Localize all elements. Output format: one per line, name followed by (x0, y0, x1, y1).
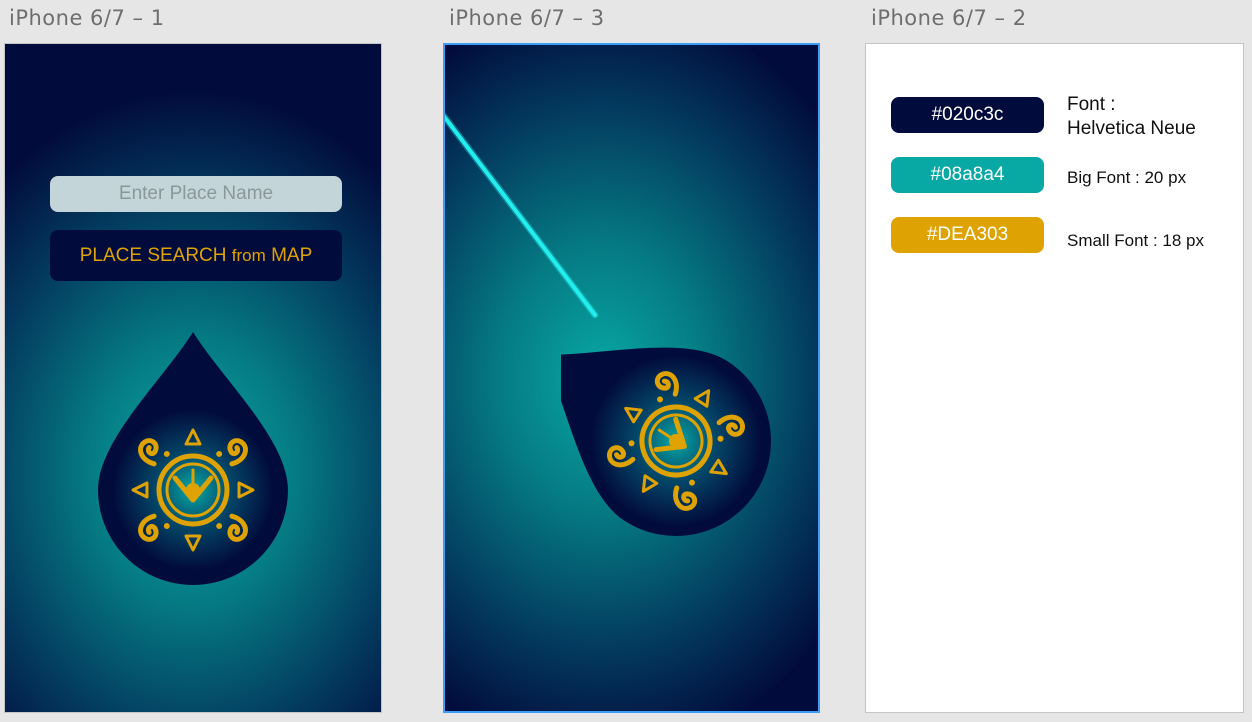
light-beam (445, 113, 599, 319)
font-name: Helvetica Neue (1067, 118, 1196, 139)
artboard-style-guide[interactable]: #020c3c #08a8a4 #DEA303 Font : Helvetica… (865, 43, 1244, 713)
place-search-button[interactable]: PLACE SEARCH from MAP (50, 230, 342, 281)
small-font-spec: Small Font : 18 px (1067, 231, 1205, 250)
swatch-gold: #DEA303 (891, 217, 1044, 253)
artboard-title-2[interactable]: iPhone 6/7 – 2 (871, 6, 1027, 30)
search-button-label-middle: from (231, 245, 266, 265)
drop-emblem-icon (561, 347, 771, 536)
swatch-navy: #020c3c (891, 97, 1044, 133)
artboard-iphone-1[interactable]: PLACE SEARCH from MAP (4, 43, 382, 713)
big-font-spec: Big Font : 20 px (1067, 168, 1187, 187)
drop-emblem-icon (98, 332, 288, 585)
swatch-teal: #08a8a4 (891, 157, 1044, 193)
search-button-label-prefix: PLACE SEARCH (79, 244, 227, 266)
place-name-input[interactable] (50, 176, 342, 212)
artboard-title-3[interactable]: iPhone 6/7 – 3 (449, 6, 605, 30)
font-label: Font : (1067, 94, 1116, 115)
artboard-title-1[interactable]: iPhone 6/7 – 1 (9, 6, 165, 30)
artboard-iphone-3[interactable] (443, 43, 820, 713)
search-button-label-suffix: MAP (271, 244, 313, 266)
